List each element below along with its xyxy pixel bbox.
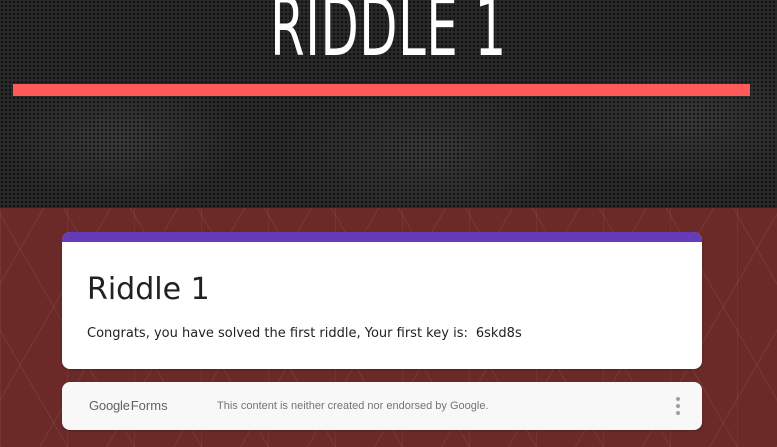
form-footer: GoogleForms This content is neither crea… bbox=[62, 382, 702, 430]
disclaimer-text: This content is neither created nor endo… bbox=[217, 400, 489, 412]
form-accent-bar bbox=[62, 232, 702, 242]
form-message: Congrats, you have solved the first ridd… bbox=[87, 325, 522, 343]
form-message-text: Congrats, you have solved the first ridd… bbox=[87, 326, 468, 341]
google-forms-logo[interactable]: GoogleForms bbox=[89, 398, 168, 414]
more-vert-icon[interactable] bbox=[668, 393, 688, 419]
form-title: Riddle 1 bbox=[87, 272, 210, 307]
form-key-value: 6skd8s bbox=[475, 326, 522, 341]
google-forms-logo-google: Google bbox=[89, 398, 130, 413]
header-banner: RIDDLE 1 bbox=[0, 0, 777, 208]
banner-divider bbox=[13, 84, 750, 96]
page: RIDDLE 1 Riddle 1 Congrats, you have sol… bbox=[0, 0, 777, 447]
google-forms-logo-forms: Forms bbox=[130, 398, 168, 413]
banner-title: RIDDLE 1 bbox=[270, 0, 507, 74]
form-card: Riddle 1 Congrats, you have solved the f… bbox=[62, 232, 702, 369]
